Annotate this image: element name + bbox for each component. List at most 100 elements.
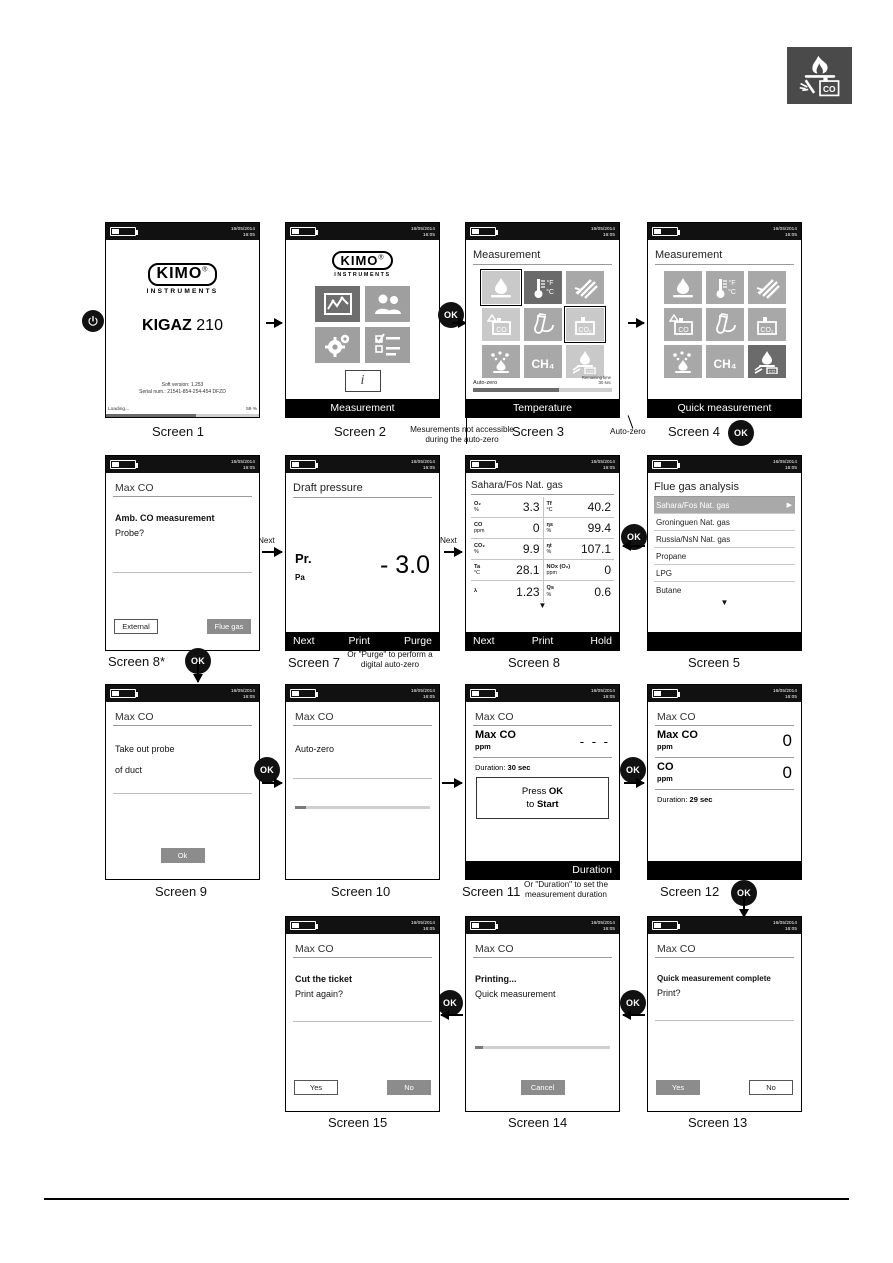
page-title: Max CO [295, 711, 334, 723]
page-title: Flue gas analysis [654, 481, 739, 493]
draft-pressure-cell[interactable] [747, 271, 786, 304]
opacity-cell[interactable] [523, 308, 562, 341]
softkey-print[interactable]: Print [532, 635, 554, 647]
ambient-co2-cell[interactable]: CO₂ [563, 306, 606, 343]
info-button[interactable]: i [344, 370, 381, 392]
checklist-tile[interactable] [365, 327, 410, 363]
annotation-next-2: Next [440, 536, 457, 545]
ok-button-s4-s5[interactable]: OK [728, 420, 754, 446]
scroll-down-icon[interactable]: ▼ [471, 602, 614, 610]
annotation-not-accessible: Mesurements not accessible during the au… [410, 425, 514, 444]
dialog-buttons: Yes No [294, 1080, 431, 1095]
status-datetime: 16/05/2014 16:05 [411, 226, 435, 237]
screen-12-device: 16/05/2014 16:05 Max CO Max CO ppm 0 CO ppm… [647, 684, 802, 880]
softkey-bar [648, 861, 801, 879]
opacity-cell[interactable] [705, 308, 744, 341]
gas-leak-cell[interactable] [663, 345, 702, 378]
list-item[interactable]: Russia/NsN Nat. gas [654, 531, 795, 548]
softkey-measurement[interactable]: Measurement [330, 402, 394, 414]
page-title: Max CO [657, 711, 696, 723]
kimo-wordmark: KIMO® [147, 263, 218, 286]
flue-gas-analysis-cell[interactable] [479, 269, 522, 306]
checklist-icon [374, 333, 400, 356]
temperature-cell[interactable]: °F °C [705, 271, 744, 304]
softkey-duration[interactable]: Duration [572, 864, 612, 876]
screen-12-caption: Screen 12 [660, 884, 720, 899]
status-datetime: 16/05/2014 16:05 [411, 920, 435, 931]
arrow-s5-to-s8 [622, 541, 645, 551]
list-item[interactable]: LPG [654, 565, 795, 582]
screen-3-device: 16/05/2014 16:05 Measurement °F °C CO CO… [465, 222, 620, 418]
svg-text:CO: CO [496, 327, 507, 334]
quick-measure-icon: CO [754, 350, 778, 374]
screen-2-caption: Screen 2 [334, 424, 387, 439]
gas-leak-icon [672, 350, 691, 373]
list-item[interactable]: Butane [654, 582, 795, 598]
power-button[interactable] [82, 310, 104, 332]
metric-unit: ppm [657, 774, 673, 783]
chart-icon [323, 293, 352, 315]
screen-13-device: 16/05/2014 16:05 Max CO Quick measurement… [647, 916, 802, 1112]
cancel-button[interactable]: Cancel [520, 1080, 565, 1095]
flue-gas-button[interactable]: Flue gas [207, 619, 251, 634]
gas-list: Sahara/Fos Nat. gas ▶ Groninguen Nat. ga… [654, 497, 795, 607]
settings-tile[interactable] [315, 327, 360, 363]
thermometer-icon: °F °C [534, 278, 553, 298]
screen-11-device: 16/05/2014 16:05 Max CO Max CO ppm - - - D… [465, 684, 620, 880]
yes-button[interactable]: Yes [656, 1080, 700, 1095]
ambient-co-cell[interactable]: CO [481, 308, 520, 341]
methane-cell[interactable]: CH₄ [705, 345, 744, 378]
screen-11-body: Max CO Max CO ppm - - - Duration: 30 sec … [466, 702, 619, 861]
softkey-hold[interactable]: Hold [590, 635, 612, 647]
quick-measurement-cell[interactable]: CO [747, 345, 786, 378]
external-button[interactable]: External [114, 619, 158, 634]
scroll-down-icon[interactable]: ▼ [654, 598, 795, 607]
softkey-purge[interactable]: Purge [404, 635, 432, 647]
softkey-bar: Measurement [286, 399, 439, 417]
users-tile[interactable] [365, 286, 410, 322]
ok-confirm-button[interactable]: Ok [160, 848, 205, 863]
dialog-headline: Cut the ticket [295, 974, 353, 984]
measure-value: 3.3 [522, 500, 540, 514]
ambient-co-cell[interactable]: CO [663, 308, 702, 341]
duration-row: Duration: 29 sec [657, 795, 713, 804]
softkey-quick-measurement[interactable]: Quick measurement [678, 402, 772, 414]
softkey-next[interactable]: Next [293, 635, 315, 647]
status-bar: 16/05/2014 16:05 [286, 223, 439, 240]
draft-pressure-cell[interactable] [565, 271, 604, 304]
kimo-subtitle: INSTRUMENTS [146, 288, 219, 295]
gas-leak-cell[interactable] [481, 345, 520, 378]
page-title: Sahara/Fos Nat. gas [471, 480, 563, 491]
yes-button[interactable]: Yes [294, 1080, 338, 1095]
chevron-right-icon: ▶ [786, 502, 792, 509]
softkey-print[interactable]: Print [348, 635, 370, 647]
no-button[interactable]: No [387, 1080, 431, 1095]
dialog-line-1: Take out probe [115, 744, 175, 754]
list-item[interactable]: Groninguen Nat. gas [654, 514, 795, 531]
arrow-s13-to-s14 [622, 1010, 645, 1020]
list-item[interactable]: Propane [654, 548, 795, 565]
temperature-cell[interactable]: °F °C [523, 271, 562, 304]
firmware-info: Soft version: 1.253 Serial num.: 21541-8… [106, 382, 259, 395]
softkey-next[interactable]: Next [473, 635, 495, 647]
status-datetime: 16/05/2014 16:05 [773, 459, 797, 470]
status-datetime: 16/05/2014 16:05 [591, 226, 615, 237]
loading-label: Loading... [108, 407, 130, 412]
arrow-s8star-to-s7 [262, 547, 283, 557]
svg-text:CO: CO [768, 369, 775, 374]
screen-14-caption: Screen 14 [508, 1115, 568, 1130]
measurement-tile[interactable] [315, 286, 360, 322]
flue-gas-analysis-cell[interactable] [663, 271, 702, 304]
softkey-bar: Temperature [466, 399, 619, 417]
co2-icon: CO₂ [756, 316, 777, 335]
ambient-co2-cell[interactable]: CO₂ [747, 308, 786, 341]
quick-measurement-cell[interactable]: CO [565, 345, 604, 378]
list-item[interactable]: Sahara/Fos Nat. gas ▶ [654, 497, 795, 514]
no-button[interactable]: No [749, 1080, 793, 1095]
model-name: KIGAZ 210 [142, 317, 223, 334]
methane-cell[interactable]: CH₄ [523, 345, 562, 378]
auto-zero-progressbar [473, 388, 612, 392]
max-co-readout: Max CO ppm 0 [655, 726, 794, 758]
measure-value: 28.1 [516, 563, 540, 577]
softkey-temperature[interactable]: Temperature [513, 402, 572, 414]
